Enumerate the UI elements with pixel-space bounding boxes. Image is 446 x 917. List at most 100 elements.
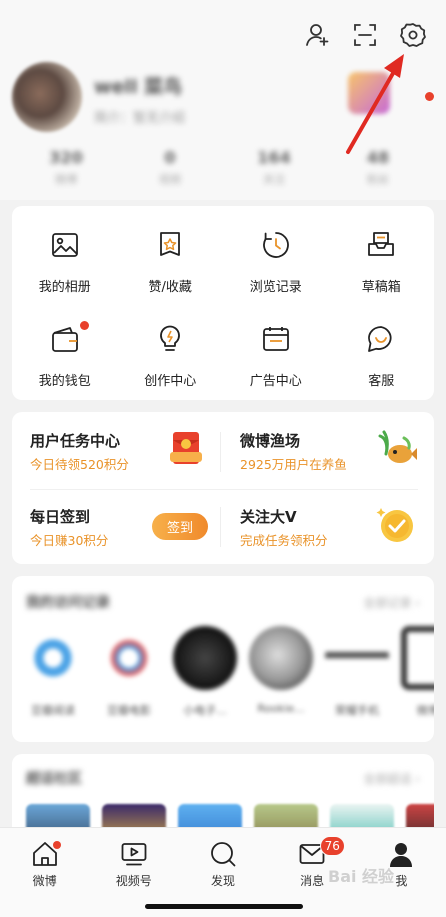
check-medal-icon bbox=[376, 508, 413, 542]
stat-posts[interactable]: 320 微博 bbox=[14, 148, 118, 187]
history-clock-icon bbox=[261, 230, 291, 260]
tasks-card: 用户任务中心 今日待领520积分 微博渔场 2925万用户在养鱼 每日签到 今日… bbox=[12, 412, 434, 564]
record-name: 豆瓣电影 bbox=[107, 704, 151, 717]
function-grid-card: 我的相册 赞/收藏 浏览记录 草稿箱 我的钱包 创作中心 广告中心 客服 bbox=[12, 206, 434, 400]
creator-bulb-icon bbox=[155, 324, 185, 354]
grid-item-history[interactable]: 浏览记录 bbox=[223, 214, 329, 308]
grid-item-drafts[interactable]: 草稿箱 bbox=[329, 214, 435, 308]
record-name: 小电子... bbox=[183, 704, 227, 717]
tab-label: 发现 bbox=[210, 874, 235, 888]
grid-item-label: 创作中心 bbox=[144, 374, 197, 389]
divider bbox=[220, 432, 221, 472]
person-plus-icon[interactable] bbox=[304, 22, 330, 48]
task-title: 每日签到 bbox=[30, 508, 91, 526]
drafts-icon bbox=[366, 230, 396, 260]
tab-label: 消息 bbox=[300, 874, 325, 888]
customer-service-icon bbox=[366, 324, 396, 354]
task-subtitle: 今日待领520积分 bbox=[30, 457, 129, 472]
like-collect-icon bbox=[155, 230, 185, 260]
record-name: 豆瓣阅读 bbox=[31, 704, 75, 717]
wallet-icon bbox=[50, 324, 80, 354]
avatar[interactable] bbox=[12, 62, 82, 132]
red-envelope-icon bbox=[170, 432, 202, 464]
search-icon bbox=[209, 840, 237, 868]
stat-number: 164 bbox=[257, 148, 291, 167]
record-name: 微博... bbox=[416, 704, 434, 717]
grid-item-wallet[interactable]: 我的钱包 bbox=[12, 308, 118, 402]
stat-label: 微博 bbox=[55, 173, 77, 186]
record-item[interactable]: Rookie... bbox=[246, 626, 316, 718]
photo-album-icon bbox=[50, 230, 80, 260]
tab-discover[interactable]: 发现 bbox=[178, 840, 267, 889]
tab-label: 视频号 bbox=[115, 874, 152, 888]
watermark: Bai 经验 bbox=[328, 867, 395, 886]
grid-item-label: 赞/收藏 bbox=[148, 280, 192, 295]
stat-label: 关注 bbox=[263, 173, 285, 186]
stat-label: 粉丝 bbox=[367, 173, 389, 186]
notification-dot bbox=[80, 321, 89, 330]
grid-item-label: 草稿箱 bbox=[361, 280, 401, 295]
unread-badge: 76 bbox=[319, 836, 345, 856]
record-item[interactable]: 小电子... bbox=[170, 626, 240, 718]
fish-icon bbox=[378, 430, 417, 463]
section-title: 我的访问记录 bbox=[26, 595, 110, 611]
task-center-entry[interactable]: 用户任务中心 今日待领520积分 bbox=[12, 412, 218, 488]
weibo-fishing-entry[interactable]: 微博渔场 2925万用户在养鱼 bbox=[222, 412, 428, 488]
follow-v-entry[interactable]: 关注大V 完成任务领积分 bbox=[222, 488, 428, 564]
stat-label: 视频 bbox=[159, 173, 181, 186]
notification-dot bbox=[425, 92, 434, 101]
user-nickname[interactable]: well 菜鸟 bbox=[94, 72, 182, 99]
grid-item-label: 客服 bbox=[368, 374, 395, 389]
video-icon bbox=[120, 840, 148, 868]
record-thumb bbox=[249, 626, 313, 690]
task-subtitle: 2925万用户在养鱼 bbox=[240, 457, 347, 472]
record-thumb bbox=[325, 626, 389, 690]
scan-icon[interactable] bbox=[352, 22, 378, 48]
record-name: 荣耀手机 bbox=[335, 704, 379, 717]
stat-number: 320 bbox=[49, 148, 83, 167]
gear-icon[interactable] bbox=[400, 22, 426, 48]
stat-number: 0 bbox=[164, 148, 176, 167]
checkin-button[interactable]: 签到 bbox=[152, 513, 208, 540]
see-all-link[interactable]: 全部记录 › bbox=[363, 594, 420, 611]
annotation-arrow-icon bbox=[346, 54, 404, 154]
user-bio: 简介：暂无介绍 bbox=[94, 111, 186, 126]
grid-item-label: 我的相册 bbox=[38, 280, 91, 295]
grid-item-album[interactable]: 我的相册 bbox=[12, 214, 118, 308]
record-name: Rookie... bbox=[257, 702, 305, 715]
task-title: 微博渔场 bbox=[240, 432, 301, 450]
record-item[interactable]: 豆瓣阅读 bbox=[18, 626, 88, 718]
bottom-tab-bar: 微博 视频号 发现 76 消息 我 Bai 经验 bbox=[0, 827, 446, 917]
ad-center-icon bbox=[261, 324, 291, 354]
section-title: 超话社区 bbox=[26, 771, 82, 787]
record-item[interactable]: 荣耀手机 bbox=[322, 626, 392, 718]
top-toolbar bbox=[304, 22, 426, 48]
grid-item-likes[interactable]: 赞/收藏 bbox=[118, 214, 224, 308]
home-indicator[interactable] bbox=[145, 904, 303, 909]
records-list: 豆瓣阅读 豆瓣电影 小电子... Rookie... 荣耀手机 微博... bbox=[18, 626, 434, 718]
notification-dot bbox=[53, 841, 61, 849]
tab-label: 我 bbox=[395, 874, 408, 888]
record-item[interactable]: 微博... bbox=[398, 626, 434, 718]
tab-label: 微博 bbox=[32, 874, 57, 888]
tab-home[interactable]: 微博 bbox=[0, 840, 89, 889]
stat-following[interactable]: 164 关注 bbox=[222, 148, 326, 187]
grid-item-creator[interactable]: 创作中心 bbox=[118, 308, 224, 402]
grid-item-customer-service[interactable]: 客服 bbox=[329, 308, 435, 402]
daily-checkin-entry[interactable]: 每日签到 今日赚30积分 签到 bbox=[12, 488, 218, 564]
record-thumb bbox=[173, 626, 237, 690]
record-item[interactable]: 豆瓣电影 bbox=[94, 626, 164, 718]
record-thumb bbox=[401, 626, 434, 690]
task-subtitle: 今日赚30积分 bbox=[30, 533, 109, 548]
stat-videos[interactable]: 0 视频 bbox=[118, 148, 222, 187]
see-all-link[interactable]: 全部超话 › bbox=[363, 770, 420, 787]
divider bbox=[220, 507, 221, 547]
grid-item-label: 浏览记录 bbox=[249, 280, 302, 295]
grid-item-ad-center[interactable]: 广告中心 bbox=[223, 308, 329, 402]
grid-item-label: 广告中心 bbox=[249, 374, 302, 389]
grid-item-label: 我的钱包 bbox=[38, 374, 91, 389]
visit-records-card: 我的访问记录 全部记录 › 豆瓣阅读 豆瓣电影 小电子... Rookie...… bbox=[12, 576, 434, 742]
tab-video[interactable]: 视频号 bbox=[89, 840, 178, 889]
record-thumb bbox=[21, 626, 85, 690]
task-title: 用户任务中心 bbox=[30, 432, 121, 450]
